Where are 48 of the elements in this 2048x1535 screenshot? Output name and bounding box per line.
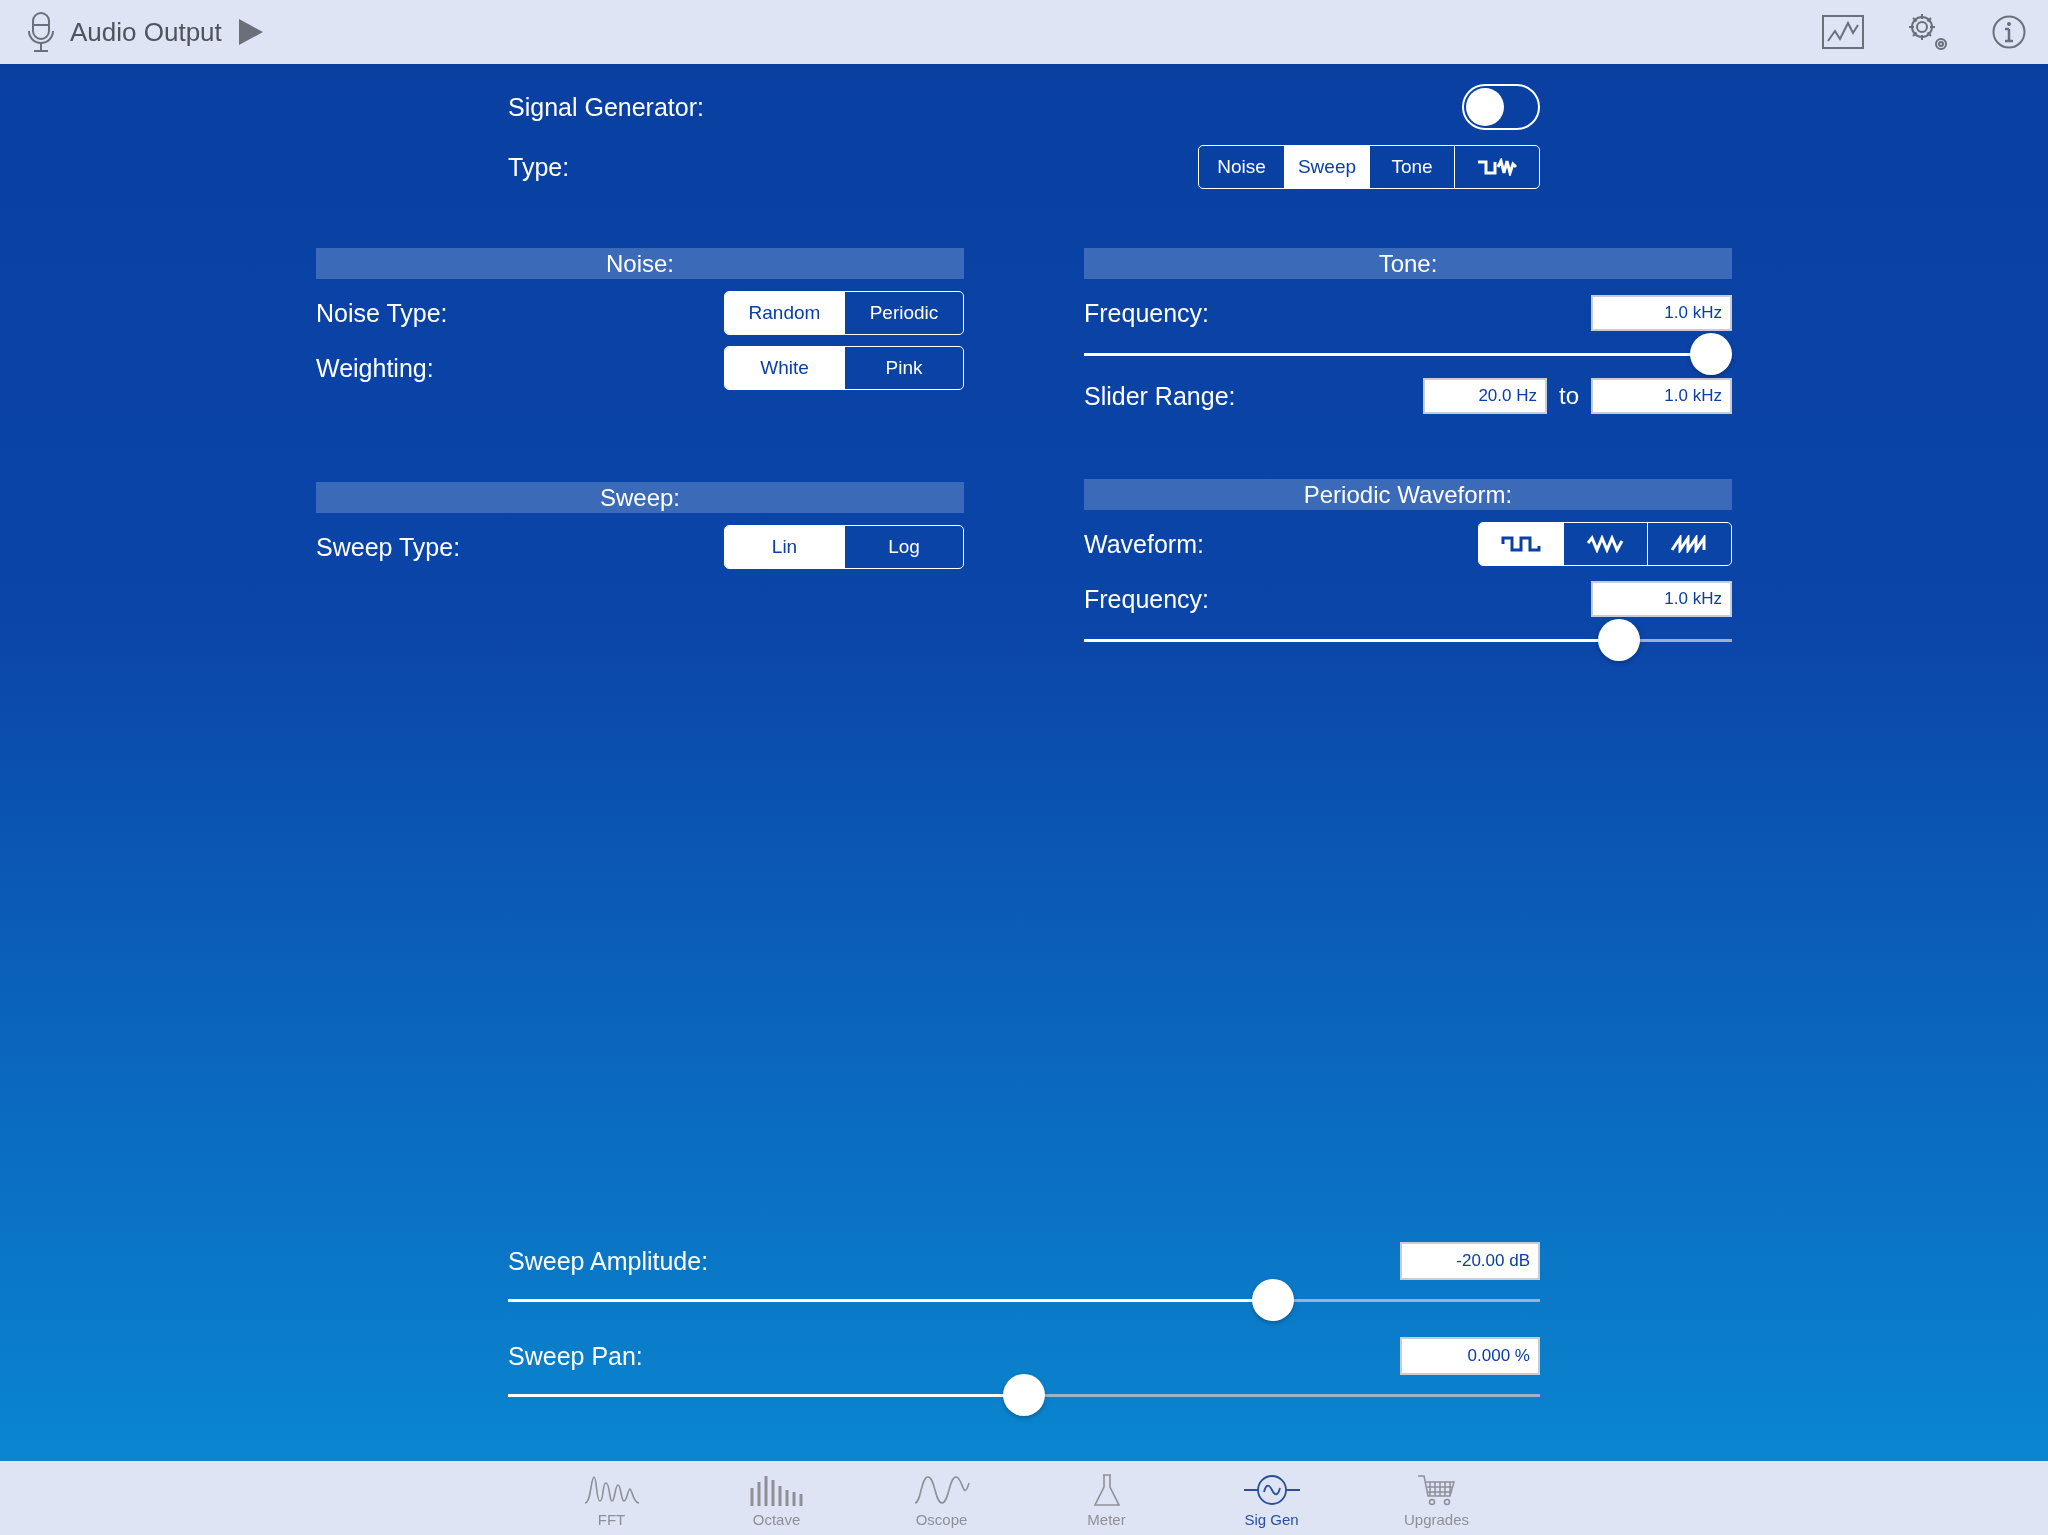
slider-thumb[interactable] [1251,1279,1294,1321]
segment[interactable]: Tone [1369,146,1454,188]
signal-generator-icon [1242,1472,1301,1507]
setting-label: Weighting: [316,353,434,383]
segment[interactable]: Noise [1199,146,1284,188]
frequency-field[interactable]: 1.0 kHz [1591,581,1732,617]
range-separator: to [1559,382,1579,410]
sweep-amplitude-label: Sweep Amplitude: [508,1246,709,1276]
triangle-wave-icon [1585,535,1626,553]
pan-field[interactable]: 0.000 % [1400,1337,1540,1375]
amplitude-field[interactable]: -20.00 dB [1400,1242,1540,1280]
setting-label: Noise Type: [316,298,448,328]
segment[interactable]: Pink [844,347,963,389]
play-icon[interactable] [237,18,264,46]
slider-thumb[interactable] [1598,619,1641,661]
range-from-field[interactable]: 20.0 Hz [1423,378,1547,414]
section-header: Sweep: [316,482,964,513]
section-header: Noise: [316,248,964,279]
frequency-field[interactable]: 1.0 kHz [1591,295,1732,331]
input-source-title[interactable]: Audio Output [70,16,222,48]
segment[interactable]: Sweep [1284,146,1369,188]
info-icon[interactable] [1992,15,2026,49]
segment[interactable]: Periodic [844,292,963,334]
waveform-label: Waveform: [1084,529,1204,559]
microphone-icon[interactable] [28,11,54,53]
segment[interactable] [1479,523,1563,565]
tab[interactable]: Sig Gen [1189,1461,1354,1535]
section-header: Tone: [1084,248,1732,279]
signal-generator-label: Signal Generator: [508,92,704,122]
settings-icon[interactable] [1906,11,1950,53]
segment[interactable]: Log [844,526,963,568]
square-wave-icon [1501,535,1541,553]
type-label: Type: [508,152,570,182]
segment[interactable]: Random [725,292,844,334]
square-noise-wave-icon [1476,158,1518,176]
toggle-switch[interactable] [1462,84,1540,130]
range-to-field[interactable]: 1.0 kHz [1591,378,1732,414]
frequency-label: Frequency: [1084,584,1210,614]
frequency-label: Frequency: [1084,298,1210,328]
chart-icon[interactable] [1822,15,1864,49]
slider-range-label: Slider Range: [1084,381,1236,411]
sweep-pan-label: Sweep Pan: [508,1341,643,1371]
section-header: Periodic Waveform: [1084,479,1732,510]
setting-label: Sweep Type: [316,532,461,562]
slider-thumb[interactable] [1690,333,1733,375]
slider-thumb[interactable] [1003,1374,1045,1416]
segment[interactable]: Lin [725,526,844,568]
segment[interactable]: White [725,347,844,389]
